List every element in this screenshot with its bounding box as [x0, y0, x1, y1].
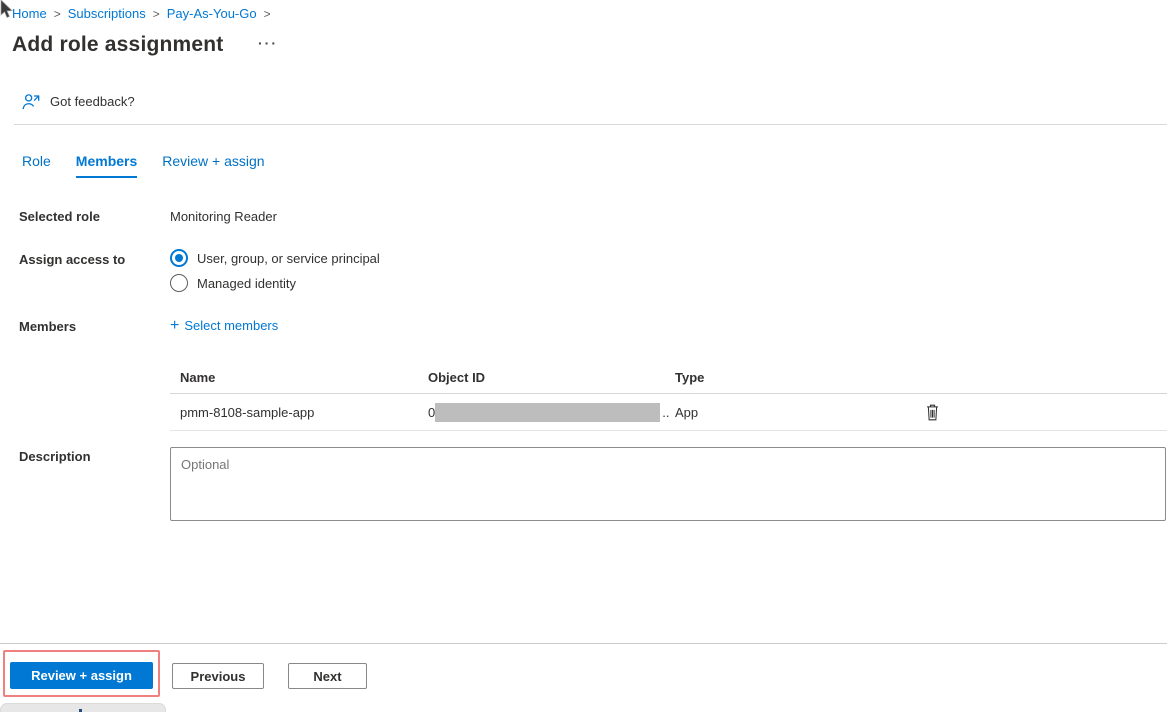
next-button[interactable]: Next [288, 663, 367, 689]
object-id-suffix: .. [662, 405, 669, 420]
select-members-link[interactable]: + Select members [170, 318, 278, 333]
add-role-assignment-page: Home > Subscriptions > Pay-As-You-Go > A… [0, 0, 1167, 712]
member-object-id-cell: 0 .. [428, 403, 675, 422]
breadcrumb-separator: > [264, 7, 271, 21]
column-header-object-id: Object ID [428, 370, 675, 385]
column-header-type: Type [675, 370, 923, 385]
breadcrumb-subscription-name-link[interactable]: Pay-As-You-Go [167, 6, 257, 21]
members-label: Members [19, 319, 76, 334]
selected-role-value: Monitoring Reader [170, 209, 277, 224]
object-id-prefix: 0 [428, 405, 435, 420]
trash-icon [925, 404, 940, 421]
table-header-row: Name Object ID Type [170, 362, 1167, 394]
description-label: Description [19, 449, 91, 464]
assign-access-to-label: Assign access to [19, 252, 125, 267]
feedback-person-icon [22, 93, 41, 110]
radio-managed-identity[interactable]: Managed identity [170, 274, 380, 292]
radio-unselected-icon[interactable] [170, 274, 188, 292]
mouse-cursor-icon [0, 0, 16, 20]
breadcrumb: Home > Subscriptions > Pay-As-You-Go > [12, 6, 271, 21]
more-options-button[interactable]: ··· [258, 36, 278, 50]
previous-button[interactable]: Previous [172, 663, 264, 689]
radio-user-group-service-principal[interactable]: User, group, or service principal [170, 249, 380, 267]
table-row: pmm-8108-sample-app 0 .. App [170, 394, 1167, 431]
object-id-redaction-bar [435, 403, 660, 422]
tab-role[interactable]: Role [22, 153, 51, 178]
footer-divider [0, 643, 1167, 644]
command-bar-divider [14, 124, 1167, 125]
assign-access-to-radio-group: User, group, or service principal Manage… [170, 249, 380, 292]
breadcrumb-separator: > [54, 7, 61, 21]
radio-label: User, group, or service principal [197, 251, 380, 266]
remove-member-button[interactable] [923, 402, 942, 423]
got-feedback-label: Got feedback? [50, 94, 135, 109]
members-table: Name Object ID Type pmm-8108-sample-app … [170, 362, 1167, 431]
breadcrumb-separator: > [153, 7, 160, 21]
member-name-cell: pmm-8108-sample-app [170, 405, 428, 420]
cutoff-tooltip-fragment [0, 703, 166, 712]
radio-label: Managed identity [197, 276, 296, 291]
tab-review-assign[interactable]: Review + assign [162, 153, 264, 178]
member-type-cell: App [675, 405, 923, 420]
breadcrumb-home-link[interactable]: Home [12, 6, 47, 21]
description-input[interactable] [170, 447, 1166, 521]
breadcrumb-subscriptions-link[interactable]: Subscriptions [68, 6, 146, 21]
column-header-name: Name [170, 370, 428, 385]
select-members-label: Select members [184, 318, 278, 333]
tab-members[interactable]: Members [76, 153, 137, 178]
got-feedback-button[interactable]: Got feedback? [22, 93, 135, 110]
review-assign-button[interactable]: Review + assign [10, 662, 153, 689]
radio-selected-icon[interactable] [170, 249, 188, 267]
page-title: Add role assignment [12, 33, 224, 57]
plus-icon: + [170, 319, 179, 332]
tab-strip: Role Members Review + assign [22, 153, 265, 178]
selected-role-label: Selected role [19, 209, 100, 224]
